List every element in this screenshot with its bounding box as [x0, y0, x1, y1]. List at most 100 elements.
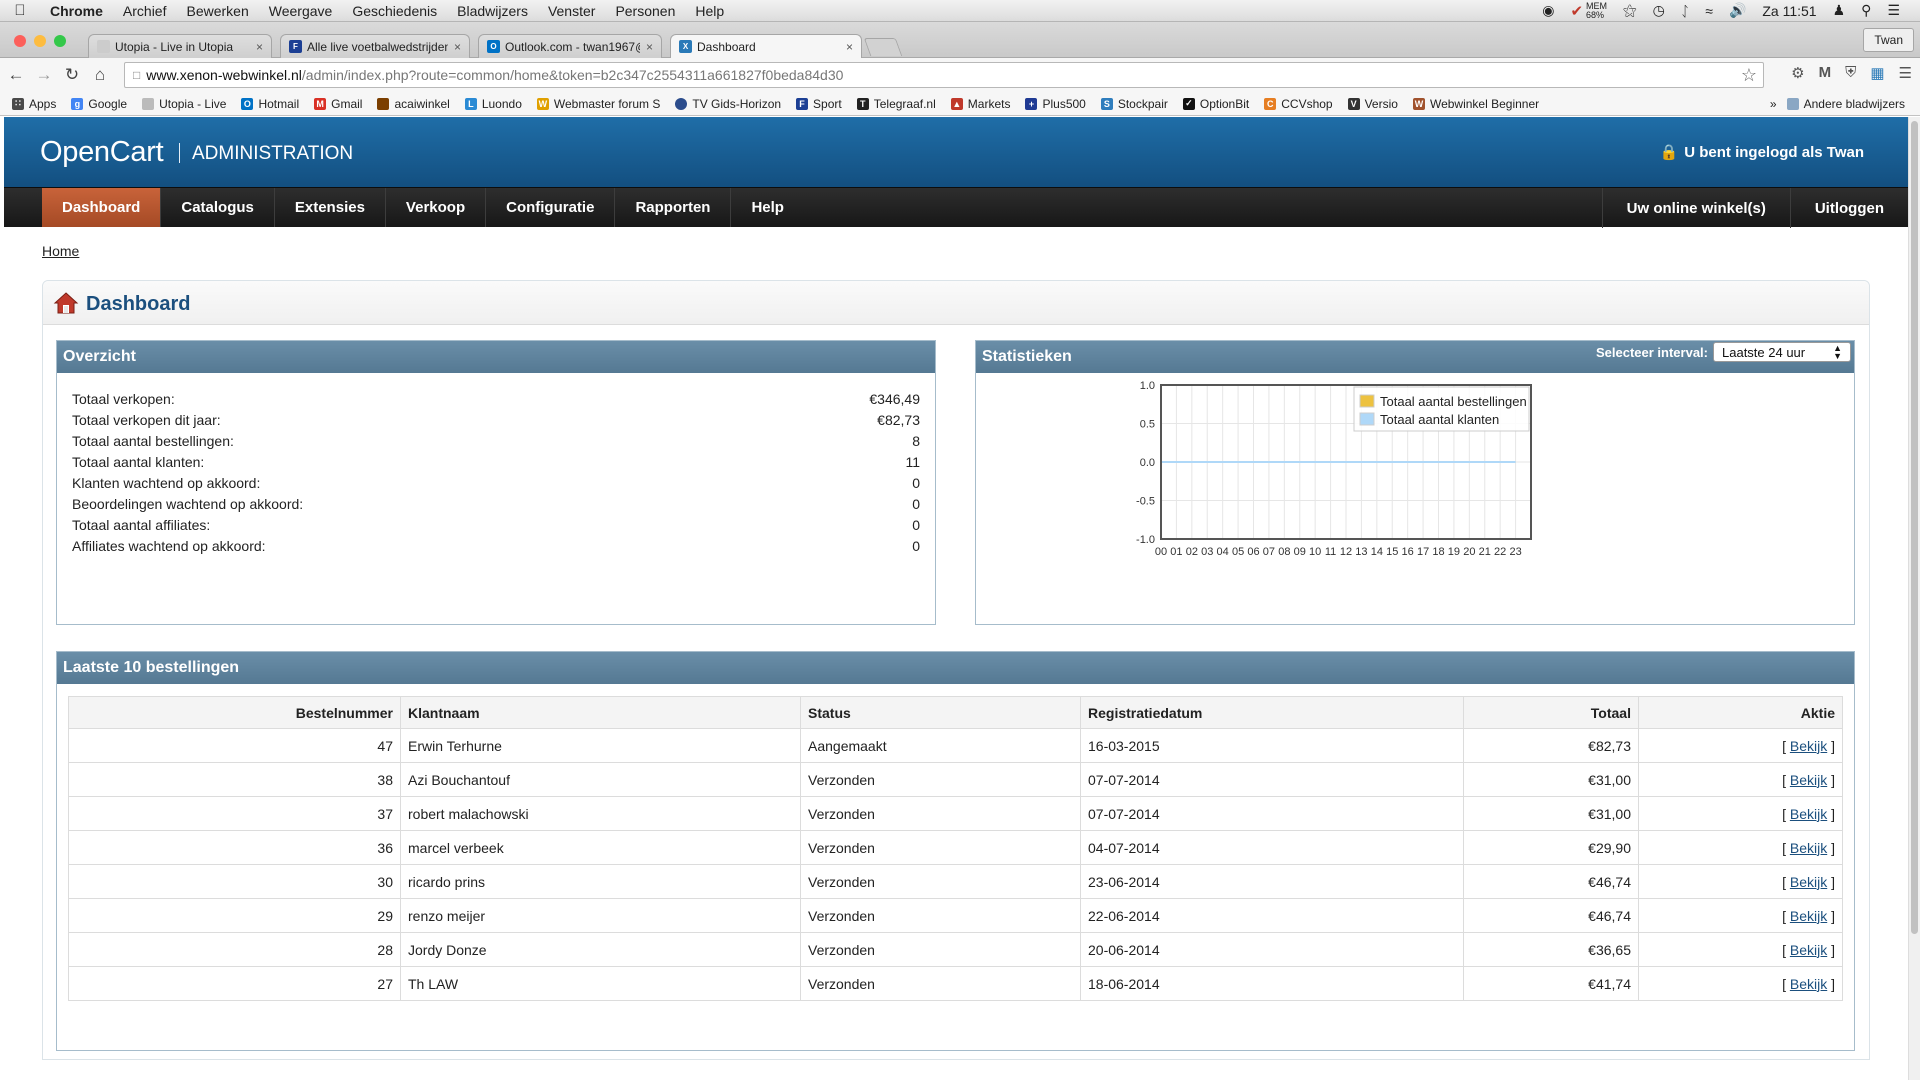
menubar-item-bewerken[interactable]: Bewerken [176, 3, 258, 19]
bookmark-tv-gids[interactable]: TV Gids-Horizon [675, 97, 781, 111]
menu-list-icon[interactable]: ☰ [1887, 2, 1900, 19]
reload-icon[interactable]: ↻ [60, 65, 84, 85]
view-order-link[interactable]: Bekijk [1790, 874, 1827, 890]
menu-configuratie[interactable]: Configuratie [486, 188, 616, 227]
view-order-link[interactable]: Bekijk [1790, 738, 1827, 754]
apple-icon[interactable]:  [0, 2, 40, 19]
clock[interactable]: Za 11:51 [1762, 3, 1816, 19]
page-scrollbar[interactable] [1908, 117, 1920, 1080]
order-number-cell: 27 [68, 966, 401, 1001]
x-tick-label: 17 [1417, 546, 1429, 558]
menu-verkoop[interactable]: Verkoop [386, 188, 487, 227]
apps-grid-icon: ∷ [12, 97, 24, 110]
menu-online-store[interactable]: Uw online winkel(s) [1601, 188, 1790, 228]
view-order-link[interactable]: Bekijk [1790, 806, 1827, 822]
column-customer: Klantnaam [400, 696, 801, 729]
menubar-item-venster[interactable]: Venster [538, 3, 605, 19]
x-tick-label: 00 [1155, 546, 1167, 558]
breadcrumb-home[interactable]: Home [42, 243, 79, 259]
bookmark-optionbit[interactable]: ✓ OptionBit [1182, 97, 1249, 111]
order-row: 36 marcel verbeek Verzonden 04-07-2014 €29,9… [68, 830, 1843, 865]
bookmark-ccvshop[interactable]: C CCVshop [1264, 97, 1333, 111]
bookmark-other-folder[interactable]: Andere bladwijzers [1786, 97, 1905, 111]
menu-rapporten[interactable]: Rapporten [615, 188, 732, 227]
tab-dashboard[interactable]: X Dashboard × [670, 34, 862, 58]
bookmark-webmaster-forum[interactable]: W Webmaster forum S [536, 97, 660, 111]
menubar-item-archief[interactable]: Archief [113, 3, 177, 19]
menubar-item-bladwijzers[interactable]: Bladwijzers [447, 3, 538, 19]
tab-voetbal[interactable]: F Alle live voetbalwedstrijden × [280, 34, 470, 58]
overview-row: Klanten wachtend op akkoord: 0 [72, 475, 920, 491]
order-number-cell: 28 [68, 932, 401, 967]
menu-extensies[interactable]: Extensies [275, 188, 386, 227]
scrollbar-thumb[interactable] [1911, 121, 1918, 934]
bookmark-stockpair[interactable]: S Stockpair [1100, 97, 1168, 111]
window-zoom-button[interactable] [54, 35, 66, 47]
menu-catalogus[interactable]: Catalogus [161, 188, 275, 227]
view-order-link[interactable]: Bekijk [1790, 772, 1827, 788]
menubar-item-personen[interactable]: Personen [605, 3, 685, 19]
shield-extension-icon[interactable]: ⛨ [1845, 64, 1856, 82]
user-icon[interactable]: ♟ [1833, 2, 1846, 19]
interval-value: Laatste 24 uur [1722, 344, 1806, 360]
bookmark-apps[interactable]: ∷ Apps [12, 97, 56, 111]
opencart-logo[interactable]: OpenCart [40, 136, 164, 169]
bookmark-sport[interactable]: F Sport [796, 97, 842, 111]
accessibility-icon[interactable]: ⚝ [1623, 2, 1637, 19]
menu-dashboard[interactable]: Dashboard [42, 188, 162, 227]
tab-close-icon[interactable]: × [454, 40, 461, 54]
bookmark-webwinkel-beginner[interactable]: W Webwinkel Beginner [1412, 97, 1539, 111]
bookmark-plus500[interactable]: + Plus500 [1025, 97, 1086, 111]
home-icon[interactable]: ⌂ [88, 65, 112, 85]
bookmark-gmail[interactable]: M Gmail [314, 97, 362, 111]
puzzle-extension-icon[interactable]: ▦ [1870, 64, 1884, 82]
bookmark-google[interactable]: g Google [71, 97, 127, 111]
notification-icon[interactable]: ◉ [1542, 2, 1554, 19]
y-tick-label: 0.0 [1140, 457, 1155, 469]
bookmark-telegraaf[interactable]: T Telegraaf.nl [856, 97, 936, 111]
status-cell: Aangemaakt [800, 728, 1081, 763]
forward-icon[interactable]: → [32, 65, 56, 85]
bookmark-acaiwinkel[interactable]: acaiwinkel [377, 97, 450, 111]
page-title: Dashboard [86, 293, 191, 315]
menubar-item-help[interactable]: Help [685, 3, 734, 19]
bookmark-luondo[interactable]: L Luondo [464, 97, 522, 111]
tab-close-icon[interactable]: × [646, 40, 653, 54]
view-order-link[interactable]: Bekijk [1790, 840, 1827, 856]
new-tab-button[interactable] [863, 38, 903, 56]
view-order-link[interactable]: Bekijk [1790, 976, 1827, 992]
settings-gear-icon[interactable]: ⚙ [1791, 64, 1804, 82]
window-minimize-button[interactable] [34, 35, 46, 47]
menu-help[interactable]: Help [731, 188, 804, 227]
spotlight-icon[interactable]: ⚲ [1861, 2, 1871, 19]
bookmark-utopia[interactable]: Utopia - Live [142, 97, 226, 111]
bookmarks-overflow-icon[interactable]: » [1770, 97, 1777, 111]
menubar-item-weergave[interactable]: Weergave [259, 3, 343, 19]
chrome-menu-icon[interactable]: ☰ [1899, 64, 1912, 82]
bookmark-markets[interactable]: ▲ Markets [950, 97, 1010, 111]
view-order-link[interactable]: Bekijk [1790, 908, 1827, 924]
header-divider [179, 143, 180, 163]
bookmark-hotmail[interactable]: O Hotmail [241, 97, 299, 111]
menubar-app-name[interactable]: Chrome [40, 3, 113, 19]
menu-logout[interactable]: Uitloggen [1789, 188, 1908, 228]
tab-close-icon[interactable]: × [846, 40, 853, 54]
profile-button[interactable]: Twan [1863, 28, 1914, 52]
gmail-extension-icon[interactable]: M [1819, 64, 1832, 82]
wifi-icon[interactable]: ≈ [1705, 3, 1713, 19]
tab-utopia[interactable]: Utopia - Live in Utopia × [88, 34, 272, 58]
memory-monitor[interactable]: ✔ MEM 68% [1570, 1, 1607, 20]
bluetooth-icon[interactable]: ᛇ [1681, 3, 1689, 19]
window-close-button[interactable] [14, 35, 26, 47]
bookmark-star-icon[interactable]: ☆ [1741, 65, 1757, 86]
time-machine-icon[interactable]: ◷ [1653, 2, 1665, 19]
tab-outlook[interactable]: O Outlook.com - twan1967@ × [478, 34, 662, 58]
tab-close-icon[interactable]: × [256, 40, 263, 54]
bookmark-versio[interactable]: V Versio [1347, 97, 1398, 111]
view-order-link[interactable]: Bekijk [1790, 942, 1827, 958]
interval-select[interactable]: Laatste 24 uur ▲ ▼ [1713, 342, 1851, 362]
menubar-item-geschiedenis[interactable]: Geschiedenis [342, 3, 447, 19]
back-icon[interactable]: ← [4, 65, 28, 85]
address-bar[interactable]: □ www.xenon-webwinkel.nl/admin/index.php… [124, 62, 1764, 88]
volume-icon[interactable]: 🔊 [1729, 2, 1746, 19]
